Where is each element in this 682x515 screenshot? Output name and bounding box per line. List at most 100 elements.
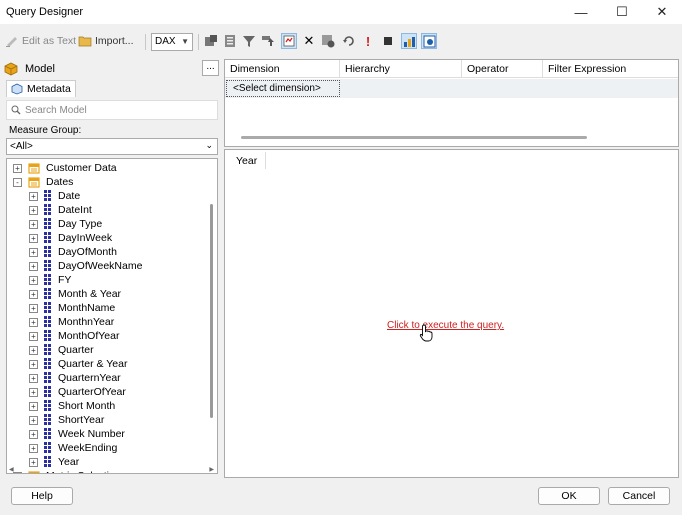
attribute-icon xyxy=(44,442,51,453)
column-header-hierarchy[interactable]: Hierarchy xyxy=(340,60,462,78)
tree-item-date-attribute[interactable]: + MonthOfYear xyxy=(29,329,119,343)
expand-icon[interactable]: + xyxy=(29,247,38,257)
tree-item-customer-data[interactable]: + Customer Data xyxy=(13,161,117,175)
cancel-button[interactable]: Cancel xyxy=(608,487,670,505)
expand-icon[interactable]: + xyxy=(29,219,38,229)
chevron-down-icon: ⌄ xyxy=(205,140,213,150)
tree-item-dates[interactable]: - Dates xyxy=(13,175,73,189)
tree-item-date-attribute[interactable]: + ShortYear xyxy=(29,413,104,427)
tree-item-date-attribute[interactable]: + DateInt xyxy=(29,203,92,217)
tree-item-date-attribute[interactable]: + MonthName xyxy=(29,301,115,315)
tree-item-date-attribute[interactable]: + Quarter & Year xyxy=(29,357,127,371)
cancel-query-icon[interactable] xyxy=(380,33,396,49)
collapse-icon[interactable]: - xyxy=(13,177,22,187)
browse-model-button[interactable]: ... xyxy=(202,60,219,76)
expand-icon[interactable]: + xyxy=(29,303,38,313)
expand-icon[interactable]: + xyxy=(29,443,38,453)
expand-icon[interactable]: + xyxy=(29,205,38,215)
filter-icon[interactable] xyxy=(241,33,257,49)
column-header-filter-expression[interactable]: Filter Expression xyxy=(543,60,678,78)
cube-icon xyxy=(4,62,18,76)
expand-icon[interactable]: + xyxy=(29,373,38,383)
add-calculated-member-icon[interactable] xyxy=(203,33,219,49)
show-aggregates-icon[interactable] xyxy=(222,33,238,49)
select-dimension-cell[interactable]: <Select dimension> xyxy=(226,80,340,97)
tree-item-date-attribute[interactable]: + DayOfWeekName xyxy=(29,259,142,273)
expand-icon[interactable]: + xyxy=(29,401,38,411)
tree-item-date-attribute[interactable]: + WeekEnding xyxy=(29,441,117,455)
search-input[interactable]: Search Model xyxy=(6,100,218,120)
expand-icon[interactable]: + xyxy=(29,429,38,439)
tree-item-date-attribute[interactable]: + FY xyxy=(29,273,71,287)
tree-item-date-attribute[interactable]: + Week Number xyxy=(29,427,125,441)
expand-icon[interactable]: + xyxy=(13,163,22,173)
ok-button[interactable]: OK xyxy=(538,487,600,505)
tree-item-date-attribute[interactable]: + DayOfMonth xyxy=(29,245,117,259)
refresh-fields-icon[interactable] xyxy=(341,33,357,49)
metadata-tree[interactable]: + Customer Data - Dates + Date + DateInt + Day Ty… xyxy=(6,158,218,474)
tree-vertical-scrollbar[interactable] xyxy=(210,204,213,418)
close-icon[interactable]: ✕ xyxy=(645,0,679,24)
design-mode-icon[interactable] xyxy=(401,33,417,49)
import-button[interactable]: Import... xyxy=(78,31,134,51)
language-select[interactable]: DAX ▼ xyxy=(151,33,193,51)
chevron-down-icon: ▼ xyxy=(181,37,189,46)
column-header-year[interactable]: Year xyxy=(231,152,266,169)
tree-item-date-attribute[interactable]: + Year xyxy=(29,455,79,469)
show-empty-cells-icon[interactable] xyxy=(421,33,437,49)
help-button[interactable]: Help xyxy=(11,487,73,505)
tree-item-label: Dates xyxy=(46,176,74,188)
tree-item-label: Date xyxy=(58,190,81,202)
measure-group-select[interactable]: <All> ⌄ xyxy=(6,138,218,155)
expand-icon[interactable]: + xyxy=(29,359,38,369)
tree-item-date-attribute[interactable]: + MonthnYear xyxy=(29,315,114,329)
expand-icon[interactable]: + xyxy=(29,289,38,299)
tree-item-date-attribute[interactable]: + Date xyxy=(29,189,80,203)
tree-item-date-attribute[interactable]: + Day Type xyxy=(29,217,102,231)
execute-query-link[interactable]: Click to execute the query. xyxy=(387,320,504,331)
expand-icon[interactable]: + xyxy=(29,457,38,467)
tree-item-label: ShortYear xyxy=(58,414,105,426)
delete-icon[interactable]: ✕ xyxy=(301,33,317,49)
expand-icon[interactable]: + xyxy=(29,331,38,341)
maximize-icon[interactable]: ☐ xyxy=(605,0,639,24)
filter-grid-header: Dimension Hierarchy Operator Filter Expr… xyxy=(225,60,678,78)
expand-icon[interactable]: + xyxy=(29,261,38,271)
tree-item-label: DateInt xyxy=(58,204,92,216)
tree-item-date-attribute[interactable]: + Quarter xyxy=(29,343,94,357)
run-query-icon[interactable]: ! xyxy=(360,33,376,49)
expand-icon[interactable]: + xyxy=(29,387,38,397)
edit-as-text-label: Edit as Text xyxy=(22,35,77,47)
attribute-icon xyxy=(44,302,51,313)
tree-item-label: FY xyxy=(58,274,72,286)
tree-item-date-attribute[interactable]: + Month & Year xyxy=(29,287,121,301)
toolbar-separator xyxy=(198,34,199,50)
tab-metadata[interactable]: Metadata xyxy=(6,80,76,97)
filter-row[interactable]: <Select dimension> xyxy=(225,79,678,98)
filter-horizontal-scrollbar[interactable] xyxy=(241,136,587,139)
expand-icon[interactable]: + xyxy=(29,275,38,285)
auto-execute-icon[interactable] xyxy=(281,33,297,49)
expand-icon[interactable]: + xyxy=(29,317,38,327)
expand-icon[interactable]: + xyxy=(29,233,38,243)
tree-item-label: DayOfWeekName xyxy=(58,260,143,272)
tree-item-date-attribute[interactable]: + DayInWeek xyxy=(29,231,112,245)
tree-item-label: DayOfMonth xyxy=(58,246,117,258)
edit-as-text-button[interactable]: Edit as Text xyxy=(5,31,76,51)
prepare-query-icon[interactable] xyxy=(320,33,336,49)
column-header-operator[interactable]: Operator xyxy=(462,60,543,78)
expand-icon[interactable]: + xyxy=(29,415,38,425)
tree-horizontal-scrollbar[interactable]: ◀ ▶ xyxy=(9,467,214,473)
tree-item-date-attribute[interactable]: + Short Month xyxy=(29,399,115,413)
expand-icon[interactable]: + xyxy=(29,345,38,355)
minimize-icon[interactable]: — xyxy=(564,0,598,24)
attribute-icon xyxy=(44,414,51,425)
column-header-dimension[interactable]: Dimension xyxy=(225,60,340,78)
tree-item-date-attribute[interactable]: + QuarternYear xyxy=(29,371,121,385)
tree-item-date-attribute[interactable]: + QuarterOfYear xyxy=(29,385,126,399)
query-parameters-icon[interactable] xyxy=(260,33,276,49)
attribute-icon xyxy=(44,358,51,369)
expand-icon[interactable]: + xyxy=(29,191,38,201)
tree-item-label: Month & Year xyxy=(58,288,122,300)
measure-group-value: <All> xyxy=(10,141,33,152)
